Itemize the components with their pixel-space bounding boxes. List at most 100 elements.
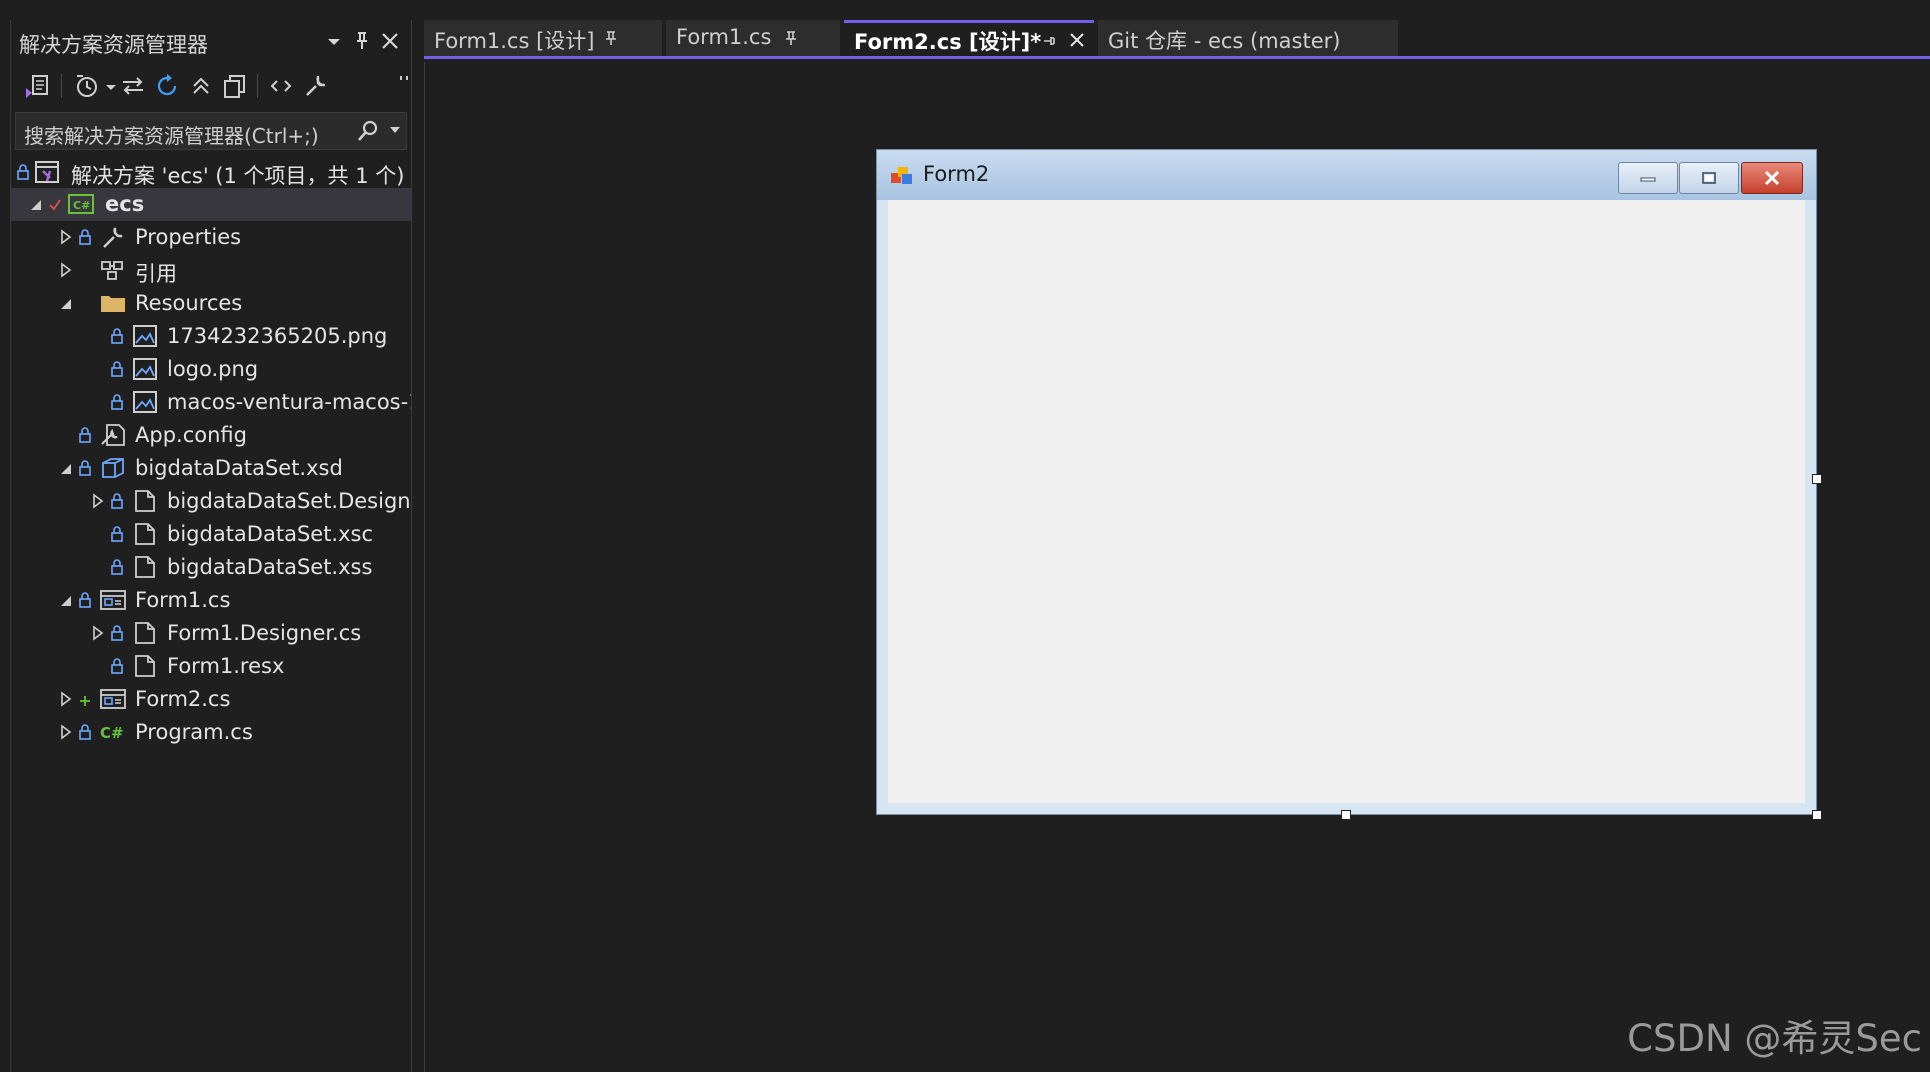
solution-icon <box>33 159 61 185</box>
tree-item-project-ecs[interactable]: C# ecs <box>11 188 411 221</box>
image-file-icon <box>131 323 159 349</box>
search-options-dropdown-icon[interactable] <box>390 127 400 133</box>
expanded-arrow-icon[interactable] <box>59 592 73 608</box>
lock-icon <box>17 163 29 181</box>
pin-icon[interactable] <box>349 28 375 54</box>
tree-item-properties[interactable]: Properties <box>11 221 411 254</box>
form2-titlebar[interactable]: Form2 <box>877 150 1816 200</box>
document-tab-strip: Form1.cs [设计] Form1.cs Form2.cs [设计]* Gi… <box>424 20 1930 60</box>
tab-label: Git 仓库 - ecs (master) <box>1108 29 1341 53</box>
sync-with-active-document-icon[interactable] <box>119 72 147 100</box>
tree-item-solution[interactable]: 解决方案 'ecs' (1 个项目，共 1 个) <box>11 156 411 189</box>
solution-explorer-search[interactable]: 搜索解决方案资源管理器(Ctrl+;) <box>15 112 407 150</box>
tree-item-label: Program.cs <box>135 720 253 744</box>
close-icon[interactable] <box>377 28 403 54</box>
tree-item-references[interactable]: 引用 <box>11 254 411 287</box>
file-icon <box>131 620 159 646</box>
tree-item-file[interactable]: bigdataDataSet.xsc <box>11 518 411 551</box>
tree-item-file[interactable]: Form1.resx <box>11 650 411 683</box>
close-tab-icon[interactable] <box>1066 29 1088 51</box>
chevron-down-icon[interactable] <box>321 28 347 54</box>
windows-form-icon <box>99 587 127 613</box>
solution-explorer-header: 解决方案资源管理器 <box>11 20 411 64</box>
resize-handle-bottom[interactable] <box>1341 810 1351 820</box>
file-icon <box>131 521 159 547</box>
file-icon <box>131 653 159 679</box>
lock-icon <box>111 525 123 543</box>
collapse-all-icon[interactable] <box>187 72 215 100</box>
properties-wrench-icon[interactable] <box>301 72 329 100</box>
tree-item-label: 1734232365205.png <box>167 324 388 348</box>
lock-icon <box>111 393 123 411</box>
solution-explorer-title: 解决方案资源管理器 <box>19 33 208 57</box>
tree-item-file[interactable]: bigdataDataSet.Designe <box>11 485 411 518</box>
tab-form1-design[interactable]: Form1.cs [设计] <box>424 20 662 56</box>
expanded-arrow-icon[interactable] <box>59 460 73 476</box>
tree-item-label: bigdataDataSet.xsc <box>167 522 374 546</box>
close-button[interactable] <box>1741 162 1803 194</box>
form-app-icon <box>890 164 914 186</box>
tree-item-label: ecs <box>105 192 145 216</box>
form2-window[interactable]: Form2 <box>876 149 1817 815</box>
expanded-arrow-icon[interactable] <box>59 295 73 311</box>
tree-item-label: logo.png <box>167 357 259 381</box>
tree-item-file[interactable]: C# Program.cs <box>11 716 411 749</box>
collapsed-arrow-icon[interactable] <box>59 691 73 707</box>
tab-form2-design[interactable]: Form2.cs [设计]* <box>844 20 1094 60</box>
expanded-arrow-icon[interactable] <box>29 196 43 212</box>
tree-item-file[interactable]: logo.png <box>11 353 411 386</box>
collapsed-arrow-icon[interactable] <box>59 724 73 740</box>
pin-icon[interactable] <box>604 30 618 46</box>
overflow-icon[interactable] <box>391 72 408 100</box>
resize-handle-bottom-right[interactable] <box>1812 810 1822 820</box>
switch-views-icon[interactable] <box>23 72 51 100</box>
minimize-button[interactable] <box>1618 162 1678 194</box>
tree-item-form[interactable]: Form1.cs <box>11 584 411 617</box>
tree-item-label: bigdataDataSet.xss <box>167 555 373 579</box>
svg-text:C#: C# <box>73 199 90 212</box>
lock-icon <box>79 426 91 444</box>
lock-icon <box>111 360 123 378</box>
tab-label: Form1.cs [设计] <box>434 29 595 53</box>
tree-item-label: 解决方案 'ecs' (1 个项目，共 1 个) <box>71 164 405 188</box>
tree-item-resources-folder[interactable]: Resources <box>11 287 411 320</box>
tab-label: Form2.cs [设计]* <box>854 30 1042 54</box>
search-icon[interactable] <box>356 119 380 143</box>
collapsed-arrow-icon[interactable] <box>91 493 105 509</box>
csharp-project-icon: C# <box>67 191 95 217</box>
tree-item-file[interactable]: macos-ventura-macos-1 <box>11 386 411 419</box>
tree-item-label: bigdataDataSet.Designe <box>167 489 412 513</box>
collapsed-arrow-icon[interactable] <box>59 262 73 278</box>
tree-item-form[interactable]: Form2.cs <box>11 683 411 716</box>
resize-handle-right[interactable] <box>1812 474 1822 484</box>
lock-icon <box>111 558 123 576</box>
tab-git-repository[interactable]: Git 仓库 - ecs (master) <box>1098 20 1398 56</box>
lock-icon <box>79 723 91 741</box>
tree-item-file[interactable]: Form1.Designer.cs <box>11 617 411 650</box>
tab-form1-code[interactable]: Form1.cs <box>666 20 840 56</box>
form2-client-area[interactable] <box>888 200 1805 803</box>
collapsed-arrow-icon[interactable] <box>59 229 73 245</box>
pinned-icon[interactable] <box>1042 33 1056 49</box>
added-plus-icon <box>79 690 91 708</box>
config-file-icon <box>99 422 127 448</box>
tree-item-file[interactable]: App.config <box>11 419 411 452</box>
references-icon <box>99 257 127 283</box>
file-icon <box>131 488 159 514</box>
lock-icon <box>79 591 91 609</box>
tree-item-file[interactable]: bigdataDataSet.xss <box>11 551 411 584</box>
maximize-button[interactable] <box>1679 162 1739 194</box>
refresh-icon[interactable] <box>153 72 181 100</box>
tree-item-dataset[interactable]: bigdataDataSet.xsd <box>11 452 411 485</box>
csharp-file-icon: C# <box>99 719 127 745</box>
view-code-icon[interactable] <box>267 72 295 100</box>
file-icon <box>131 554 159 580</box>
show-all-files-icon[interactable] <box>221 72 249 100</box>
lock-icon <box>111 624 123 642</box>
tree-item-file[interactable]: 1734232365205.png <box>11 320 411 353</box>
pin-icon[interactable] <box>784 30 798 46</box>
filter-dropdown-icon[interactable] <box>97 72 116 100</box>
toolbar-separator <box>257 74 258 98</box>
form-designer-surface[interactable]: Form2 <box>424 62 1930 1072</box>
collapsed-arrow-icon[interactable] <box>91 625 105 641</box>
